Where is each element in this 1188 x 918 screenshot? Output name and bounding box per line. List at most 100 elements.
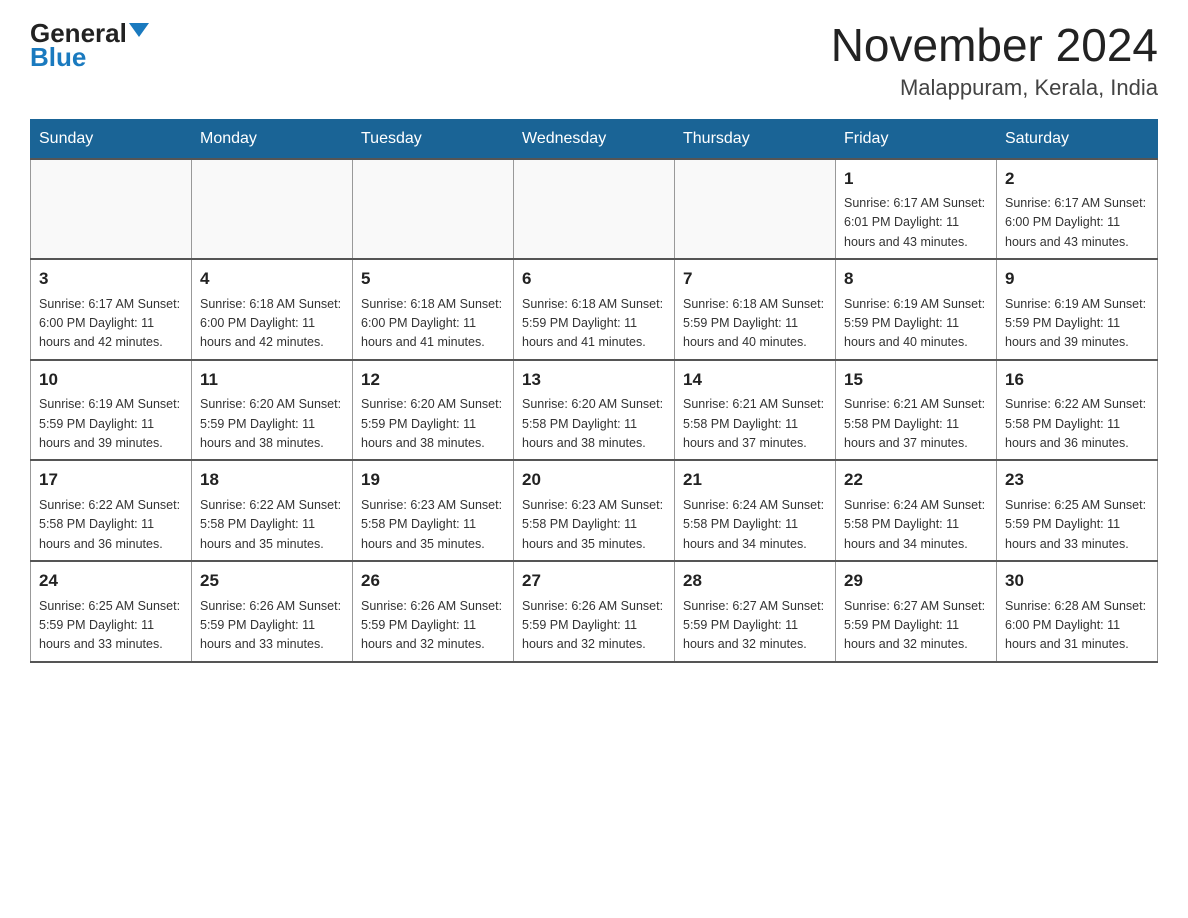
day-info: Sunrise: 6:20 AM Sunset: 5:58 PM Dayligh… [522,395,666,453]
day-info: Sunrise: 6:18 AM Sunset: 6:00 PM Dayligh… [361,295,505,353]
day-number: 13 [522,367,666,393]
day-info: Sunrise: 6:19 AM Sunset: 5:59 PM Dayligh… [1005,295,1149,353]
day-number: 18 [200,467,344,493]
table-row: 18 Sunrise: 6:22 AM Sunset: 5:58 PM Dayli… [192,460,353,561]
day-number: 5 [361,266,505,292]
table-row: 17 Sunrise: 6:22 AM Sunset: 5:58 PM Dayli… [31,460,192,561]
table-row: 24Sunrise: 6:25 AM Sunset: 5:59 PM Dayli… [31,561,192,662]
table-row: 28 Sunrise: 6:27 AM Sunset: 5:59 PM Dayli… [675,561,836,662]
table-row: 26 Sunrise: 6:26 AM Sunset: 5:59 PM Dayli… [353,561,514,662]
day-number: 15 [844,367,988,393]
day-number: 20 [522,467,666,493]
table-row: 11Sunrise: 6:20 AM Sunset: 5:59 PM Dayli… [192,360,353,461]
day-info: Sunrise: 6:22 AM Sunset: 5:58 PM Dayligh… [1005,395,1149,453]
table-row: 3 Sunrise: 6:17 AM Sunset: 6:00 PM Daylig… [31,259,192,360]
table-row: 25 Sunrise: 6:26 AM Sunset: 5:59 PM Dayli… [192,561,353,662]
day-number: 21 [683,467,827,493]
day-info: Sunrise: 6:25 AM Sunset: 5:59 PM Dayligh… [39,597,183,655]
table-row: 22Sunrise: 6:24 AM Sunset: 5:58 PM Dayli… [836,460,997,561]
day-info: Sunrise: 6:26 AM Sunset: 5:59 PM Dayligh… [522,597,666,655]
day-info: Sunrise: 6:17 AM Sunset: 6:01 PM Dayligh… [844,194,988,252]
table-row: 30 Sunrise: 6:28 AM Sunset: 6:00 PM Dayli… [997,561,1158,662]
day-info: Sunrise: 6:28 AM Sunset: 6:00 PM Dayligh… [1005,597,1149,655]
calendar-title: November 2024 [831,20,1158,71]
day-number: 6 [522,266,666,292]
calendar-week-row: 17 Sunrise: 6:22 AM Sunset: 5:58 PM Dayli… [31,460,1158,561]
header-friday: Friday [836,119,997,159]
table-row: 8Sunrise: 6:19 AM Sunset: 5:59 PM Daylig… [836,259,997,360]
day-info: Sunrise: 6:19 AM Sunset: 5:59 PM Dayligh… [39,395,183,453]
day-number: 25 [200,568,344,594]
day-info: Sunrise: 6:20 AM Sunset: 5:59 PM Dayligh… [361,395,505,453]
calendar-table: Sunday Monday Tuesday Wednesday Thursday… [30,119,1158,663]
table-row: 5 Sunrise: 6:18 AM Sunset: 6:00 PM Daylig… [353,259,514,360]
table-row: 7 Sunrise: 6:18 AM Sunset: 5:59 PM Daylig… [675,259,836,360]
day-number: 8 [844,266,988,292]
day-info: Sunrise: 6:18 AM Sunset: 5:59 PM Dayligh… [522,295,666,353]
day-number: 28 [683,568,827,594]
table-row: 2Sunrise: 6:17 AM Sunset: 6:00 PM Daylig… [997,159,1158,260]
calendar-week-row: 1Sunrise: 6:17 AM Sunset: 6:01 PM Daylig… [31,159,1158,260]
day-info: Sunrise: 6:21 AM Sunset: 5:58 PM Dayligh… [683,395,827,453]
day-info: Sunrise: 6:27 AM Sunset: 5:59 PM Dayligh… [683,597,827,655]
day-number: 12 [361,367,505,393]
day-info: Sunrise: 6:17 AM Sunset: 6:00 PM Dayligh… [39,295,183,353]
day-number: 10 [39,367,183,393]
table-row [31,159,192,260]
day-info: Sunrise: 6:18 AM Sunset: 6:00 PM Dayligh… [200,295,344,353]
day-number: 29 [844,568,988,594]
day-number: 30 [1005,568,1149,594]
day-info: Sunrise: 6:17 AM Sunset: 6:00 PM Dayligh… [1005,194,1149,252]
day-info: Sunrise: 6:22 AM Sunset: 5:58 PM Dayligh… [39,496,183,554]
day-info: Sunrise: 6:22 AM Sunset: 5:58 PM Dayligh… [200,496,344,554]
day-info: Sunrise: 6:26 AM Sunset: 5:59 PM Dayligh… [361,597,505,655]
day-number: 27 [522,568,666,594]
table-row: 15Sunrise: 6:21 AM Sunset: 5:58 PM Dayli… [836,360,997,461]
table-row: 1Sunrise: 6:17 AM Sunset: 6:01 PM Daylig… [836,159,997,260]
table-row: 13Sunrise: 6:20 AM Sunset: 5:58 PM Dayli… [514,360,675,461]
table-row: 19 Sunrise: 6:23 AM Sunset: 5:58 PM Dayli… [353,460,514,561]
day-info: Sunrise: 6:20 AM Sunset: 5:59 PM Dayligh… [200,395,344,453]
table-row [353,159,514,260]
calendar-week-row: 3 Sunrise: 6:17 AM Sunset: 6:00 PM Daylig… [31,259,1158,360]
day-number: 17 [39,467,183,493]
day-info: Sunrise: 6:26 AM Sunset: 5:59 PM Dayligh… [200,597,344,655]
day-info: Sunrise: 6:21 AM Sunset: 5:58 PM Dayligh… [844,395,988,453]
day-info: Sunrise: 6:24 AM Sunset: 5:58 PM Dayligh… [844,496,988,554]
day-number: 7 [683,266,827,292]
table-row: 9 Sunrise: 6:19 AM Sunset: 5:59 PM Daylig… [997,259,1158,360]
day-info: Sunrise: 6:18 AM Sunset: 5:59 PM Dayligh… [683,295,827,353]
header-monday: Monday [192,119,353,159]
calendar-week-row: 24Sunrise: 6:25 AM Sunset: 5:59 PM Dayli… [31,561,1158,662]
table-row: 20Sunrise: 6:23 AM Sunset: 5:58 PM Dayli… [514,460,675,561]
table-row: 4Sunrise: 6:18 AM Sunset: 6:00 PM Daylig… [192,259,353,360]
day-number: 3 [39,266,183,292]
day-number: 14 [683,367,827,393]
table-row [192,159,353,260]
day-info: Sunrise: 6:25 AM Sunset: 5:59 PM Dayligh… [1005,496,1149,554]
calendar-week-row: 10Sunrise: 6:19 AM Sunset: 5:59 PM Dayli… [31,360,1158,461]
page-header: General Blue November 2024 Malappuram, K… [30,20,1158,101]
title-section: November 2024 Malappuram, Kerala, India [831,20,1158,101]
table-row: 23 Sunrise: 6:25 AM Sunset: 5:59 PM Dayli… [997,460,1158,561]
day-info: Sunrise: 6:24 AM Sunset: 5:58 PM Dayligh… [683,496,827,554]
logo-blue: Blue [30,42,86,73]
day-number: 23 [1005,467,1149,493]
header-saturday: Saturday [997,119,1158,159]
header-sunday: Sunday [31,119,192,159]
day-number: 1 [844,166,988,192]
table-row: 12Sunrise: 6:20 AM Sunset: 5:59 PM Dayli… [353,360,514,461]
table-row: 10Sunrise: 6:19 AM Sunset: 5:59 PM Dayli… [31,360,192,461]
day-number: 26 [361,568,505,594]
table-row: 27 Sunrise: 6:26 AM Sunset: 5:59 PM Dayli… [514,561,675,662]
table-row: 29Sunrise: 6:27 AM Sunset: 5:59 PM Dayli… [836,561,997,662]
day-info: Sunrise: 6:23 AM Sunset: 5:58 PM Dayligh… [361,496,505,554]
day-number: 19 [361,467,505,493]
header-wednesday: Wednesday [514,119,675,159]
table-row: 6 Sunrise: 6:18 AM Sunset: 5:59 PM Daylig… [514,259,675,360]
day-number: 16 [1005,367,1149,393]
header-tuesday: Tuesday [353,119,514,159]
table-row: 21 Sunrise: 6:24 AM Sunset: 5:58 PM Dayli… [675,460,836,561]
day-number: 9 [1005,266,1149,292]
day-number: 2 [1005,166,1149,192]
